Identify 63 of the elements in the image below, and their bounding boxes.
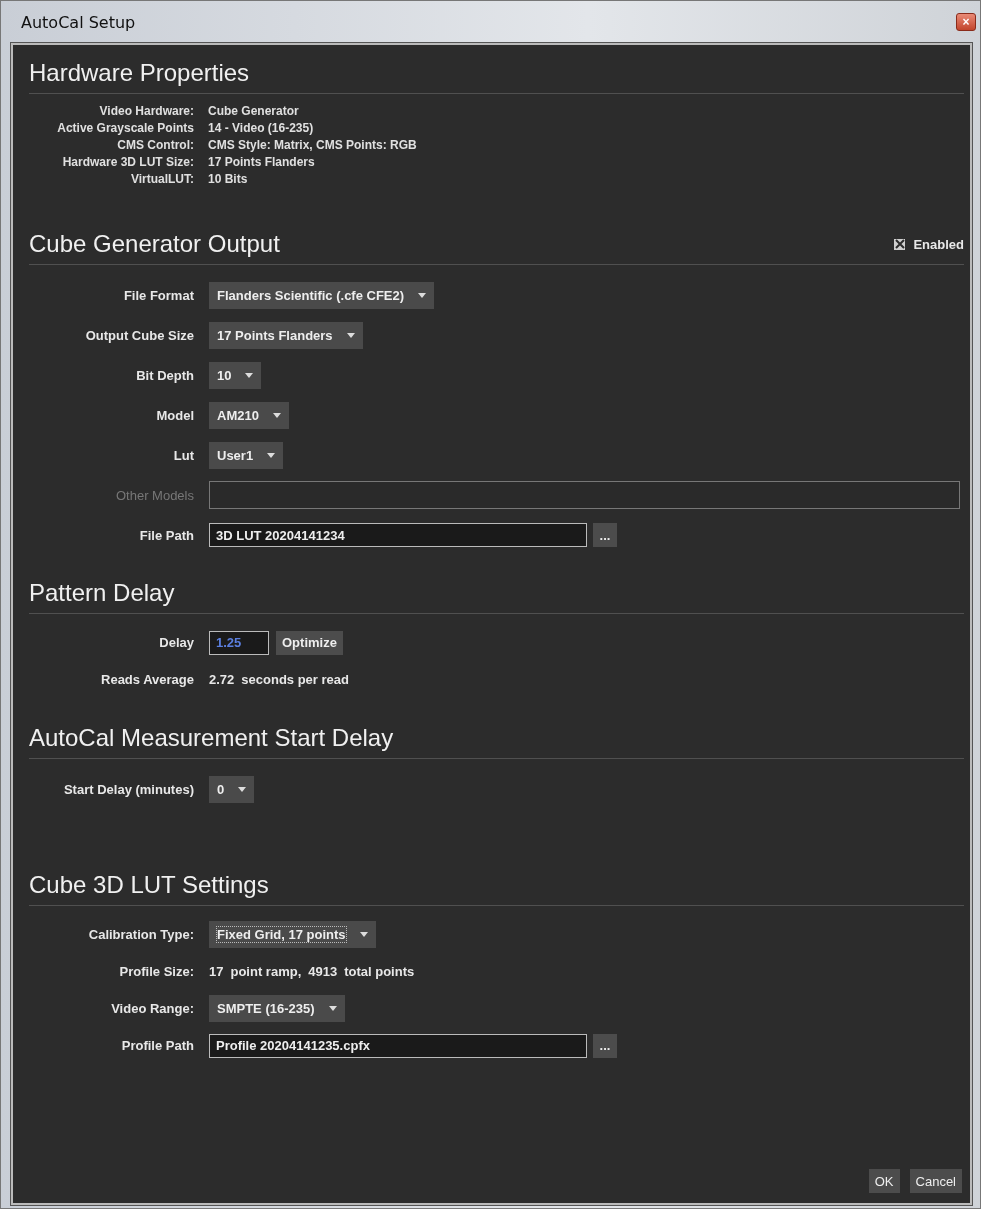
dropdown[interactable]: Flanders Scientific (.cfe CFE2) — [209, 281, 435, 309]
field-label: Profile Path — [120, 1038, 194, 1053]
checkbox[interactable] — [894, 238, 906, 250]
property-value: 17 Points Flanders — [208, 155, 316, 169]
caret-icon — [245, 372, 254, 378]
property-label: Hardware 3D LUT Size: — [61, 155, 194, 169]
caret-icon — [359, 932, 368, 937]
info-text: seconds per read — [241, 672, 349, 687]
info-text: 4913 — [308, 964, 338, 979]
field-label: Output Cube Size — [84, 327, 194, 343]
section-heading: Hardware Properties — [29, 59, 250, 87]
section-heading: AutoCal Measurement Start Delay — [29, 724, 394, 752]
field-label: File Path — [138, 527, 194, 543]
browse-button[interactable]: ... — [593, 1033, 617, 1058]
checkbox-label: Enabled — [913, 236, 964, 252]
field-label: Calibration Type: — [87, 927, 194, 942]
caret-icon — [238, 786, 247, 792]
property-label: CMS Control: — [116, 138, 194, 152]
field-label: Lut — [172, 447, 194, 463]
field-label: Delay — [158, 635, 194, 650]
dialog-button[interactable]: Cancel — [909, 1169, 962, 1193]
property-value: CMS Style: Matrix, CMS Points: RGB — [208, 138, 417, 152]
field-label: Model — [155, 407, 194, 423]
info-text: 2.72 — [209, 672, 235, 687]
caret-icon — [267, 452, 276, 458]
property-label: Active Grayscale Points — [56, 121, 194, 135]
caret-icon — [418, 292, 427, 298]
caret-icon — [272, 412, 281, 418]
optimize-button[interactable]: Optimize — [276, 630, 343, 655]
info-text: point ramp, — [230, 964, 302, 979]
section-heading: Cube Generator Output — [29, 230, 280, 258]
close-button[interactable]: × — [956, 13, 976, 31]
property-value: 10 Bits — [208, 172, 249, 186]
dropdown[interactable]: 10 — [209, 361, 262, 389]
field-label: Other Models — [114, 487, 194, 503]
property-value: 14 - Video (16-235) — [208, 121, 315, 135]
property-label: Video Hardware: — [98, 104, 194, 118]
property-value: Cube Generator — [208, 104, 300, 118]
section-heading: Cube 3D LUT Settings — [29, 871, 269, 899]
info-text: total points — [344, 964, 415, 979]
dropdown[interactable]: SMPTE (16-235) — [209, 995, 345, 1022]
property-label: VirtualLUT: — [129, 172, 194, 186]
field-label: Reads Average — [100, 672, 194, 687]
dropdown[interactable]: User1 — [209, 441, 284, 469]
dropdown[interactable]: Fixed Grid, 17 points — [209, 921, 376, 948]
field-label: File Format — [122, 287, 194, 303]
dropdown[interactable]: AM210 — [209, 401, 289, 429]
field-label: Start Delay (minutes) — [62, 781, 194, 797]
input-field[interactable]: 1.25 — [209, 630, 269, 655]
input-field[interactable]: Profile 20204141235.cpfx — [209, 1033, 587, 1058]
field-label: Profile Size: — [118, 964, 194, 979]
browse-button[interactable]: ... — [593, 523, 617, 547]
field-label: Bit Depth — [135, 367, 194, 383]
dialog-button[interactable]: OK — [868, 1169, 900, 1193]
dropdown[interactable]: 17 Points Flanders — [209, 321, 363, 349]
caret-icon — [328, 1006, 337, 1011]
window-title: AutoCal Setup — [20, 12, 136, 32]
section-heading: Pattern Delay — [29, 579, 175, 607]
info-text: 17 — [209, 964, 224, 979]
dropdown[interactable]: 0 — [209, 775, 255, 803]
input-field[interactable]: 3D LUT 20204141234 — [209, 523, 587, 547]
field-label: Video Range: — [110, 1001, 194, 1016]
caret-icon — [346, 332, 355, 338]
